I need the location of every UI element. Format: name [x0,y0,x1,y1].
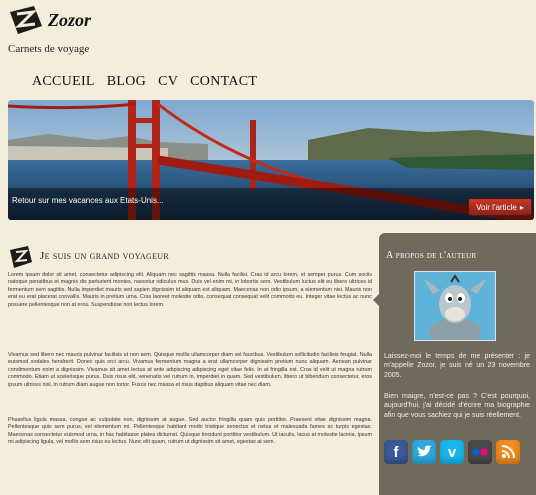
about-paragraph: Laissez-moi le temps de me présenter : j… [384,353,530,379]
nav-item-blog[interactable]: BLOG [107,74,146,90]
vimeo-icon[interactable]: v [440,440,464,464]
about-paragraph: Bien maigre, n'est-ce pas ? C'est pourqu… [384,393,530,419]
rss-icon[interactable] [496,440,520,464]
sidebar-pointer [373,294,379,306]
read-article-label: Voir l'article [476,202,517,212]
flickr-icon[interactable] [468,440,492,464]
nav-item-cv[interactable]: CV [158,74,178,90]
nav-item-accueil[interactable]: ACCUEIL [32,74,95,90]
about-title: A propos de l'auteur [386,250,477,261]
site-brand[interactable]: Zozor [48,10,91,31]
nav-item-contact[interactable]: CONTACT [190,74,257,90]
article-icon [10,246,32,268]
banner-caption: Retour sur mes vacances aux Etats-Unis..… [12,196,164,205]
article-title: Je suis un grand voyageur [40,250,170,262]
chevron-right-icon: ▸ [519,202,524,212]
author-avatar [414,271,496,341]
article-paragraph: Vivamus sed libero nec mauris pulvinar f… [8,352,372,388]
site-tagline: Carnets de voyage [8,43,90,55]
read-article-button[interactable]: Voir l'article ▸ [468,198,532,216]
article-paragraph: Lorem ipsum dolor sit amet, consectetur … [8,272,372,308]
main-nav: ACCUEIL BLOG CV CONTACT [32,74,257,90]
facebook-icon[interactable]: f [384,440,408,464]
logo-icon [10,6,42,34]
twitter-icon[interactable] [412,440,436,464]
article-paragraph: Phasellus ligula massa, congue ac vulput… [8,417,372,446]
